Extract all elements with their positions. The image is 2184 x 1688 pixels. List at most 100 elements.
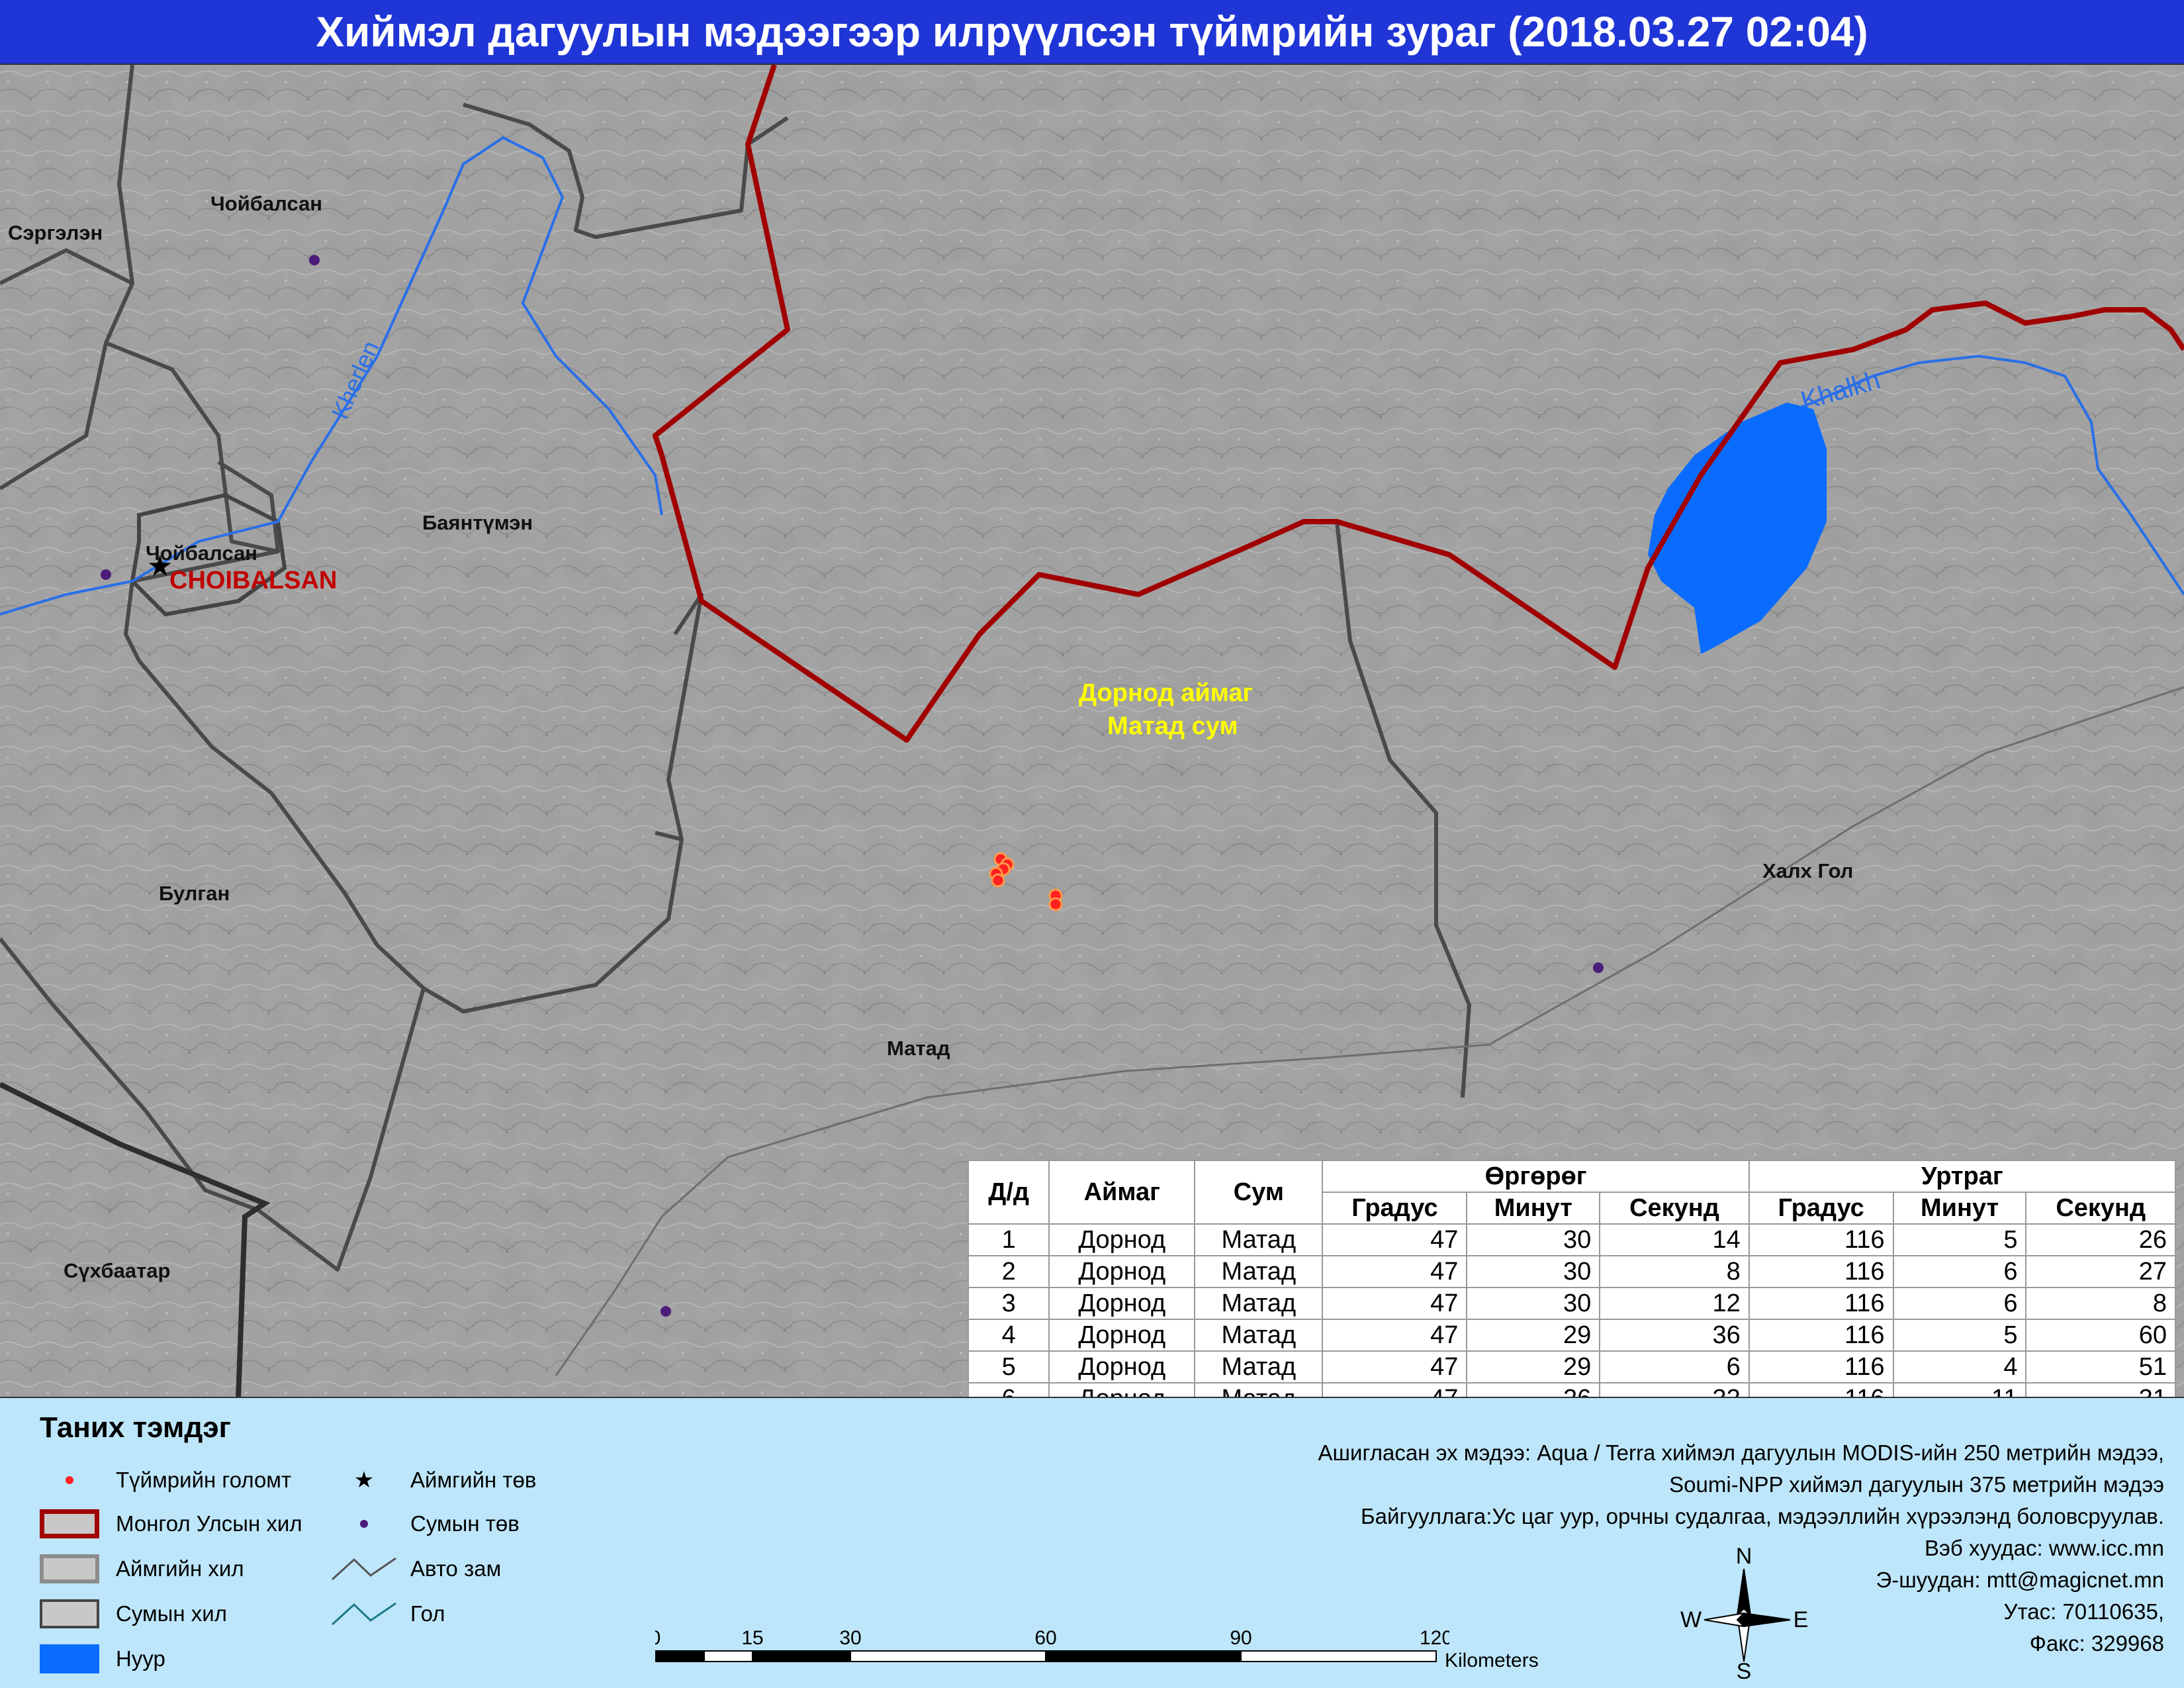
legend-road: Авто зам (331, 1552, 501, 1586)
info-source-1: Ашигласан эх мэдээ: Aqua / Terra хиймэл … (1318, 1440, 2164, 1465)
sum-center-dot (309, 255, 320, 265)
scale-unit: Kilometers (1445, 1650, 1539, 1671)
cell-lon-m: 5 (1892, 1319, 2027, 1352)
cell-sum: Матад (1194, 1255, 1324, 1288)
cell-aimag: Дорнод (1048, 1287, 1196, 1320)
fire-coordinates-table: Д/д Аймаг Сум Өргөрөг Уртраг Градус Мину… (967, 1160, 2177, 1397)
scale-tick-90: 90 (1230, 1628, 1251, 1649)
scale-bar: 0 15 30 60 90 120 (655, 1628, 1449, 1662)
legend-lake-label: Нуур (116, 1646, 165, 1671)
info-email: Э-шуудан: mtt@magicnet.mn (1876, 1568, 2165, 1592)
cell-lat-d: 47 (1322, 1350, 1468, 1383)
cell-lat-d: 47 (1322, 1255, 1468, 1288)
cell-lon-d: 116 (1748, 1255, 1894, 1288)
star-icon: ★ (353, 1467, 375, 1493)
label-sukhbaatar: Сүхбаатар (64, 1259, 171, 1282)
cell-lon-s: 60 (2025, 1319, 2176, 1352)
header-dd: Д/д (967, 1160, 1050, 1225)
cell-aimag: Дорнод (1048, 1223, 1196, 1256)
aimag-border-swatch-icon (40, 1554, 99, 1583)
cell-lat-s: 6 (1599, 1350, 1750, 1383)
scale-tick-30: 30 (839, 1628, 861, 1649)
cell-lat-m: 29 (1466, 1319, 1601, 1352)
cell-lon-m: 6 (1892, 1255, 2027, 1288)
info-organization: Байгууллага:Ус цаг уур, орчны судалгаа, … (1361, 1504, 2164, 1528)
cell-dd: 4 (967, 1319, 1050, 1352)
header-lat-degree: Градус (1322, 1192, 1468, 1225)
cell-lat-d: 47 (1322, 1382, 1468, 1397)
legend-aimag-center: ★ Аймгийн төв (331, 1463, 537, 1497)
legend-fire: Түймрийн голомт (36, 1463, 291, 1497)
legend-aimag-center-label: Аймгийн төв (410, 1468, 537, 1492)
cell-lat-m: 30 (1466, 1287, 1601, 1320)
cell-sum: Матад (1194, 1319, 1324, 1352)
sum-center-dot (660, 1306, 671, 1317)
scale-tick-0: 0 (655, 1628, 660, 1649)
cell-dd: 2 (967, 1255, 1050, 1288)
cell-dd: 3 (967, 1287, 1050, 1320)
header-lon-second: Секунд (2025, 1192, 2176, 1225)
legend-fire-label: Түймрийн голомт (116, 1468, 292, 1492)
info-source-2: Soumi-NPP хиймэл дагуулын 375 метрийн мэ… (1669, 1472, 2164, 1497)
scale-tick-120: 120 (1420, 1628, 1449, 1649)
label-khalkh-gol: Халх Гол (1762, 859, 1854, 882)
scale-tick-15: 15 (741, 1628, 763, 1649)
legend-national-border-label: Монгол Улсын хил (116, 1511, 302, 1536)
cell-lat-m: 26 (1466, 1382, 1601, 1397)
scale-tick-60: 60 (1034, 1628, 1056, 1649)
cell-lat-m: 30 (1466, 1223, 1601, 1256)
header-sum: Сум (1194, 1160, 1324, 1225)
label-choibalsan-latin: CHOIBALSAN (169, 567, 338, 594)
cell-lon-m: 6 (1892, 1287, 2027, 1320)
label-sergelen: Сэргэлэн (8, 221, 103, 244)
fire-point (991, 873, 1005, 888)
info-website: Вэб хуудас: www.icc.mn (1925, 1536, 2164, 1560)
legend-lake: Нуур (36, 1642, 165, 1676)
compass-s: S (1737, 1659, 1752, 1681)
table-row: 3 Дорнод Матад 47 30 12 116 6 8 (967, 1287, 2176, 1320)
lake-swatch-icon (40, 1644, 99, 1673)
fire-point (1048, 897, 1063, 912)
label-bulgan: Булган (159, 882, 230, 905)
national-border-swatch-icon (40, 1509, 99, 1538)
cell-lat-s: 36 (1599, 1319, 1750, 1352)
cell-lon-d: 116 (1748, 1319, 1894, 1352)
header-longitude: Уртраг (1748, 1160, 2177, 1193)
cell-lon-d: 116 (1748, 1382, 1894, 1397)
legend-river: Гол (331, 1597, 445, 1631)
label-bayantumen: Баянтүмэн (422, 511, 533, 534)
cell-lon-s: 31 (2025, 1382, 2176, 1397)
road-line-icon (331, 1557, 396, 1581)
cell-lat-d: 47 (1322, 1287, 1468, 1320)
sum-center-dot (1593, 962, 1604, 973)
table-row: 1 Дорнод Матад 47 30 14 116 5 26 (967, 1223, 2176, 1256)
cell-sum: Матад (1194, 1350, 1324, 1383)
compass-rose-icon: N S W E (1680, 1544, 1808, 1681)
header-lat-second: Секунд (1599, 1192, 1750, 1225)
cell-lat-d: 47 (1322, 1319, 1468, 1352)
fire-dot-icon (66, 1476, 73, 1484)
cell-lon-d: 116 (1748, 1287, 1894, 1320)
cell-sum: Матад (1194, 1287, 1324, 1320)
map-canvas[interactable]: ★ Сэргэлэн Чойбалсан Kherlen Чойбалсан C… (0, 64, 2184, 1398)
label-dornod-aimag: Дорнод аймаг (1079, 679, 1253, 707)
cell-lon-d: 116 (1748, 1350, 1894, 1383)
info-phone: Утас: 70110635, (2003, 1599, 2164, 1624)
cell-sum: Матад (1194, 1223, 1324, 1256)
legend-aimag-border: Аймгийн хил (36, 1552, 244, 1586)
cell-lon-m: 11 (1892, 1382, 2027, 1397)
cell-lon-s: 27 (2025, 1255, 2176, 1288)
cell-lon-s: 51 (2025, 1350, 2176, 1383)
cell-lat-s: 14 (1599, 1223, 1750, 1256)
cell-dd: 6 (967, 1382, 1050, 1397)
legend-river-label: Гол (410, 1601, 445, 1626)
cell-dd: 5 (967, 1350, 1050, 1383)
cell-lon-s: 8 (2025, 1287, 2176, 1320)
header-lon-degree: Градус (1748, 1192, 1894, 1225)
legend-title: Таних тэмдэг (40, 1411, 231, 1444)
sum-border-swatch-icon (40, 1599, 99, 1628)
map-title: Хиймэл дагуулын мэдээгээр илрүүлсэн түйм… (0, 0, 2184, 64)
label-matad: Матад (887, 1037, 950, 1060)
cell-aimag: Дорнод (1048, 1255, 1196, 1288)
table-row: 5 Дорнод Матад 47 29 6 116 4 51 (967, 1350, 2176, 1383)
